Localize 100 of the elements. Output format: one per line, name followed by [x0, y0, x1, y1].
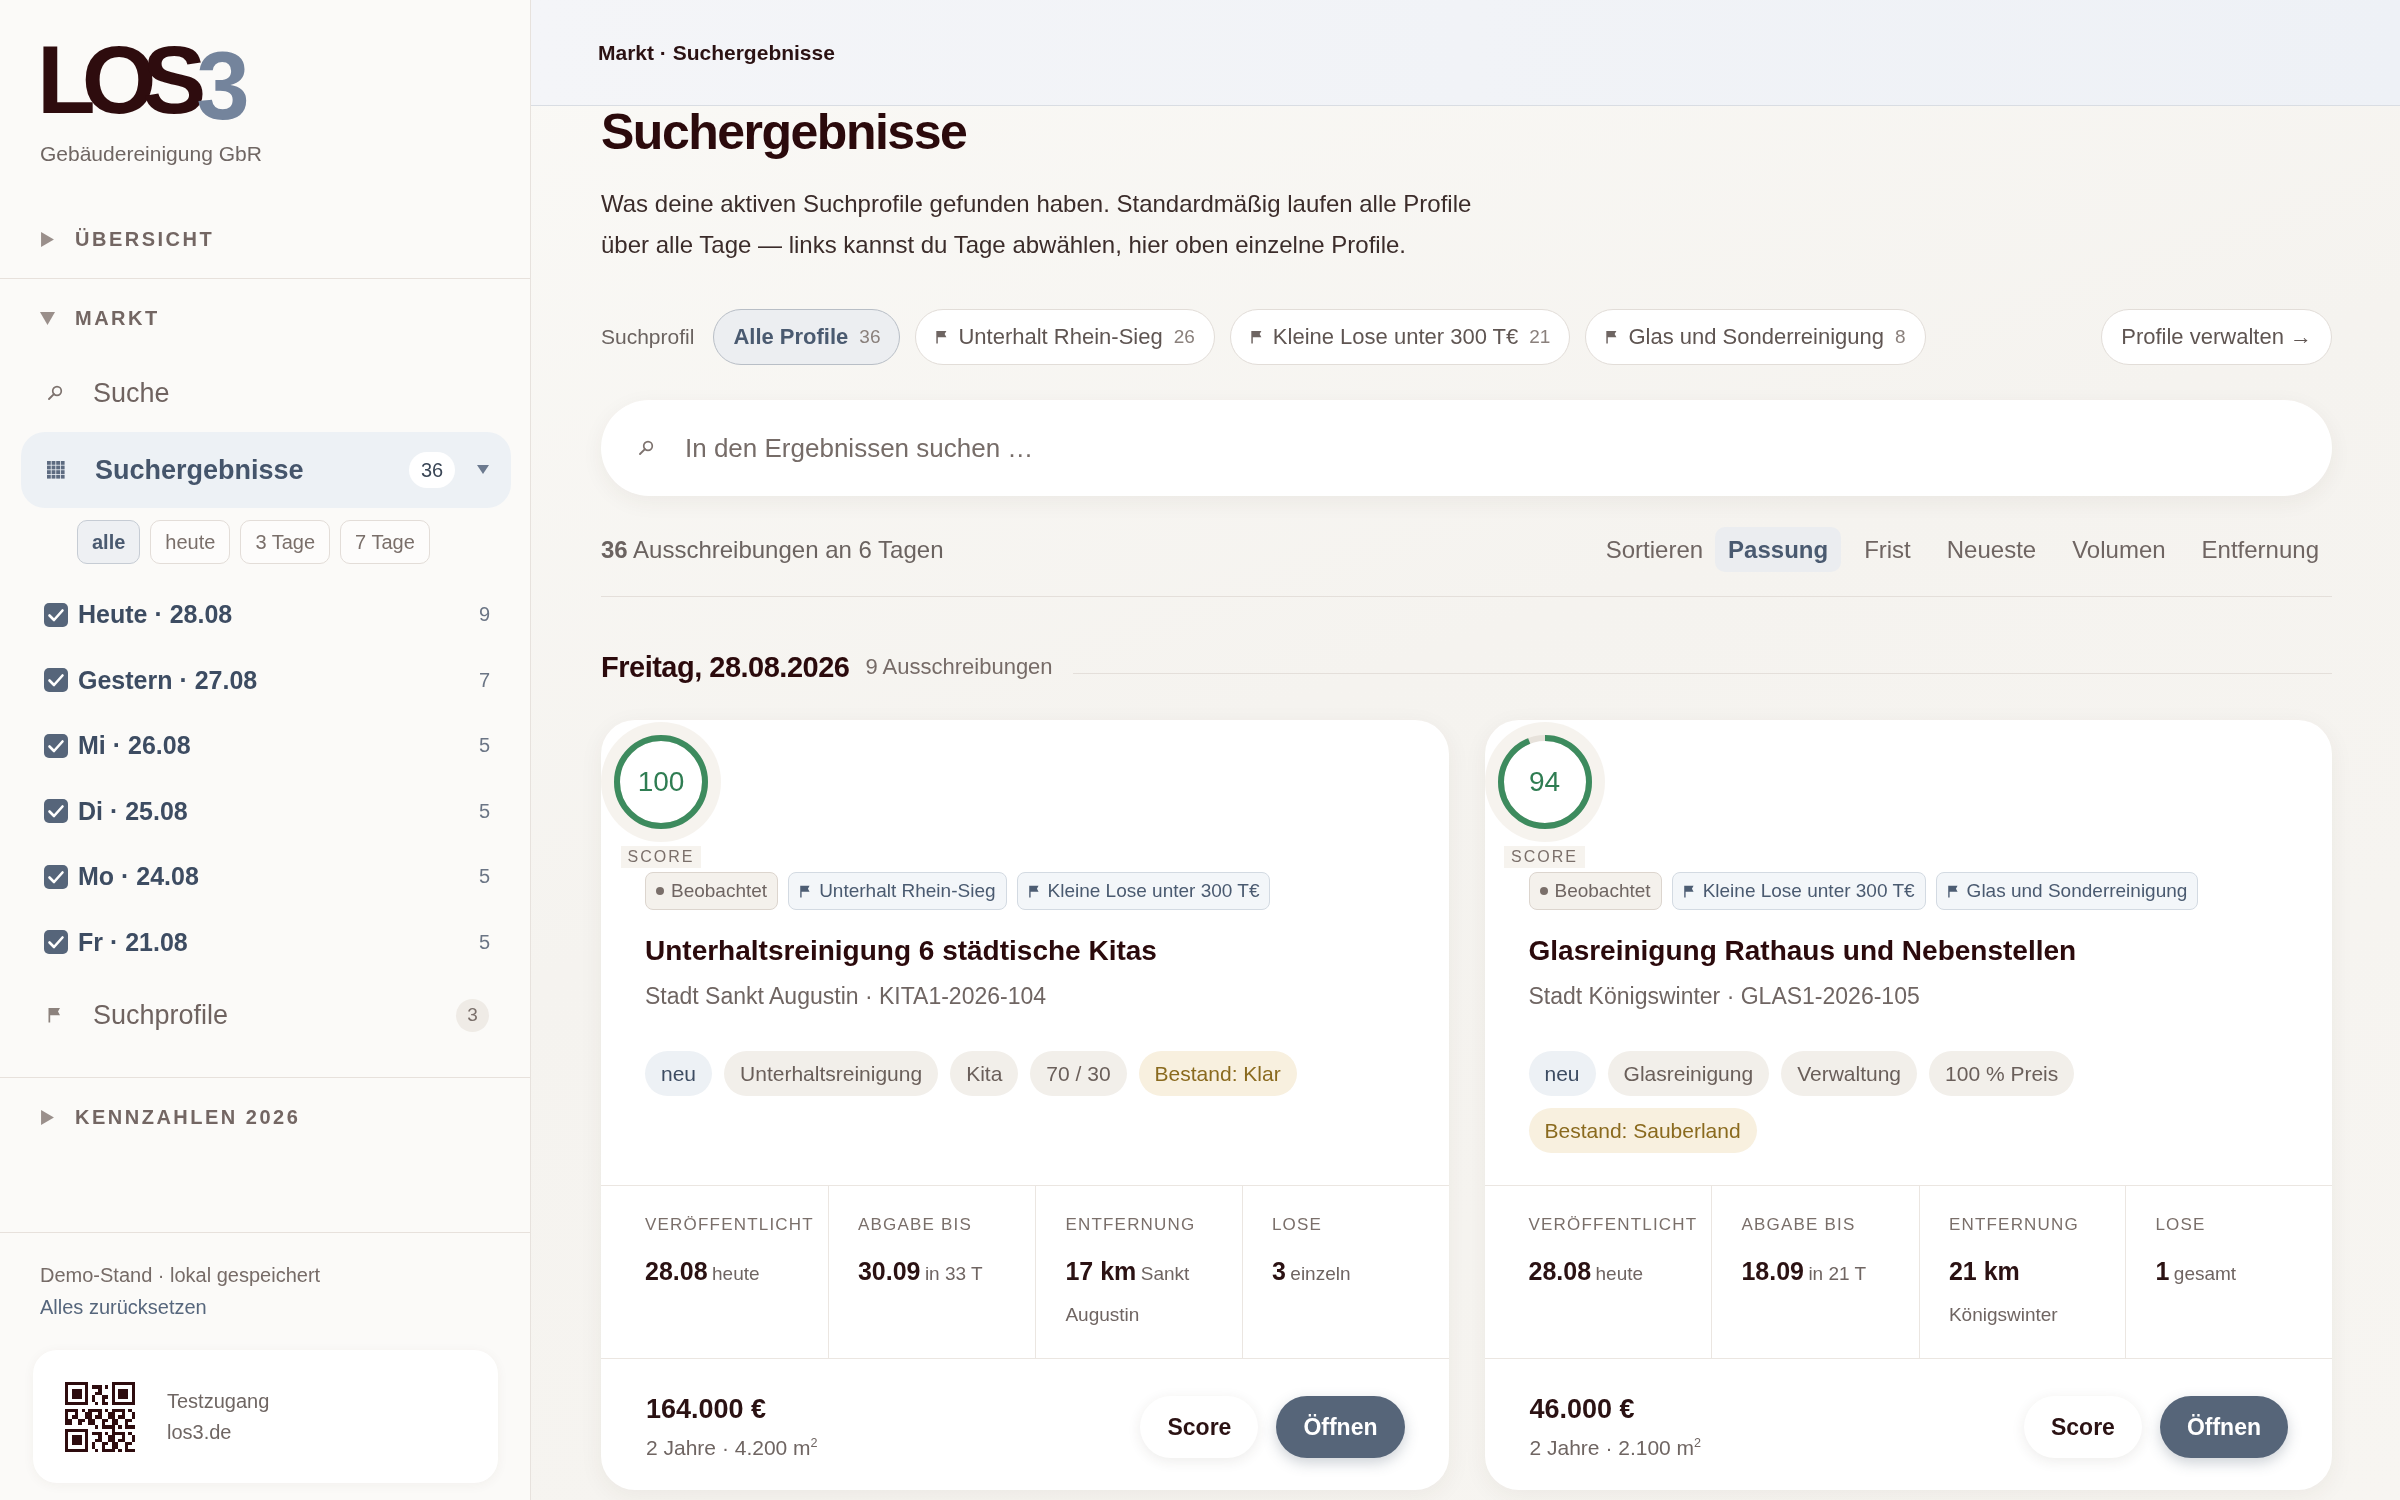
- checkbox[interactable]: [44, 930, 68, 955]
- score-value: 94: [1528, 766, 1561, 798]
- section-toggle[interactable]: ÜBERSICHT: [0, 200, 215, 278]
- flag-icon: [1027, 884, 1041, 898]
- sort-label: Sortieren: [1605, 535, 1704, 564]
- category-tag: 70 / 30: [1030, 1051, 1127, 1096]
- sort-option[interactable]: Neueste: [1933, 527, 2050, 572]
- nav-item[interactable]: Suche: [21, 357, 511, 429]
- flag-icon: [47, 1007, 63, 1023]
- grid-icon: [47, 461, 65, 479]
- range-chip[interactable]: heute: [150, 520, 231, 564]
- day-count: 5: [478, 865, 490, 889]
- tender-title: Glasreinigung Rathaus und Nebenstellen: [1528, 935, 2078, 967]
- checkbox[interactable]: [44, 733, 68, 758]
- score-button[interactable]: Score: [1140, 1396, 1259, 1458]
- breadcrumb: Markt · Suchergebnisse: [598, 40, 835, 65]
- section-toggle[interactable]: MARKT: [0, 279, 160, 357]
- new-tag: neu: [645, 1051, 713, 1096]
- price: 164.000 €: [646, 1393, 768, 1426]
- score-label: SCORE: [1504, 846, 1585, 868]
- price-details: 2 Jahre · 2.100 m$^{2}$: [1529, 1435, 1702, 1461]
- day-result-count: 9 Ausschreibungen: [865, 654, 1053, 680]
- stat-label: ABGABE BIS: [1741, 1214, 1857, 1236]
- stat-value: 18.09 in 21 T: [1741, 1256, 1868, 1287]
- day-label: Di · 25.08: [78, 796, 188, 826]
- stat-value: 30.09 in 33 T: [857, 1256, 984, 1287]
- count-badge: 3: [456, 998, 489, 1032]
- dot-icon: [1539, 887, 1548, 895]
- open-button[interactable]: Öffnen: [1276, 1396, 1405, 1458]
- dot-icon: [656, 887, 664, 895]
- tender-subtitle: Stadt Sankt Augustin · KITA1-2026-104: [645, 982, 1048, 1011]
- sort-option[interactable]: Passung: [1715, 527, 1842, 572]
- range-chip[interactable]: alle: [77, 520, 141, 564]
- day-label: Mo · 24.08: [78, 862, 199, 892]
- day-count: 5: [478, 930, 490, 954]
- nav-item[interactable]: Suchergebnisse 36: [21, 432, 511, 508]
- company-name: Gebäudereinigung GbR: [39, 141, 263, 167]
- qr-code-icon: [65, 1381, 135, 1452]
- day-label: Gestern · 27.08: [78, 665, 258, 695]
- status-text: Demo-Stand · lokal gespeichert: [40, 1263, 321, 1288]
- stat-label: ENTFERNUNG: [1065, 1214, 1197, 1236]
- flag-icon: [1682, 884, 1696, 898]
- sort-option[interactable]: Volumen: [2059, 527, 2179, 572]
- incumbent-tag: Bestand: Sauberland: [1528, 1108, 1757, 1153]
- open-button[interactable]: Öffnen: [2159, 1396, 2288, 1458]
- reset-link[interactable]: Alles zurücksetzen: [40, 1291, 207, 1323]
- stat-label: LOSE: [1271, 1214, 1324, 1236]
- profile-name: Glas und Sonderreinigung: [1966, 880, 2188, 902]
- category-tag: Glasreinigung: [1607, 1051, 1770, 1096]
- checkbox[interactable]: [44, 864, 68, 889]
- profile-chip[interactable]: Kleine Lose unter 300 T€ 21: [1229, 309, 1571, 365]
- profile-name: Kleine Lose unter 300 T€: [1047, 880, 1260, 902]
- search-field[interactable]: In den Ergebnissen suchen …: [601, 400, 2332, 496]
- category-tag: Unterhaltsreinigung: [724, 1051, 939, 1096]
- day-label: Fr · 21.08: [78, 927, 188, 957]
- stat-value: 1 gesamt: [2155, 1256, 2238, 1287]
- page-title: Suchergebnisse: [601, 106, 968, 158]
- score-label: SCORE: [620, 846, 702, 868]
- day-label: Heute · 28.08: [78, 600, 233, 630]
- flag-icon: [1249, 330, 1264, 344]
- incumbent-tag: Bestand: Klar: [1138, 1051, 1297, 1096]
- stat-value: 17 km Sankt Augustin: [1065, 1256, 1191, 1327]
- nav-item[interactable]: Suchprofile 3: [21, 979, 511, 1051]
- stat-label: ABGABE BIS: [857, 1214, 973, 1236]
- stat-label: VERÖFFENTLICHT: [645, 1214, 814, 1236]
- search-icon: [638, 440, 654, 456]
- section-toggle[interactable]: KENNZAHLEN 2026: [0, 1078, 301, 1156]
- day-count: 5: [478, 734, 490, 758]
- price: 46.000 €: [1529, 1393, 1636, 1426]
- checkbox[interactable]: [44, 799, 68, 824]
- watch-status: Beobachtet: [671, 880, 768, 902]
- access-title: Testzugang: [167, 1388, 270, 1414]
- stat-label: LOSE: [2155, 1214, 2207, 1236]
- range-chip[interactable]: 3 Tage: [240, 520, 331, 564]
- stat-label: VERÖFFENTLICHT: [1528, 1214, 1698, 1236]
- results-summary: 36 Ausschreibungen an 6 Tagen: [601, 535, 944, 564]
- tender-title: Unterhaltsreinigung 6 städtische Kitas: [645, 935, 1158, 967]
- checkbox[interactable]: [44, 668, 68, 693]
- stat-value: 28.08 heute: [645, 1256, 761, 1287]
- sort-option[interactable]: Frist: [1851, 527, 1924, 572]
- day-count: 5: [478, 799, 490, 823]
- range-chip[interactable]: 7 Tage: [340, 520, 430, 564]
- manage-profiles-button[interactable]: Profile verwalten →: [2101, 309, 2332, 365]
- profile-chip[interactable]: Unterhalt Rhein-Sieg 26: [915, 309, 1215, 365]
- profile-name: Unterhalt Rhein-Sieg: [819, 880, 996, 902]
- stat-value: 28.08 heute: [1528, 1256, 1645, 1287]
- profile-chip[interactable]: Glas und Sonderreinigung 8: [1585, 309, 1926, 365]
- day-count: 7: [478, 668, 490, 692]
- score-button[interactable]: Score: [2023, 1396, 2142, 1458]
- checkbox[interactable]: [44, 602, 68, 627]
- category-tag: 100 % Preis: [1929, 1051, 2075, 1096]
- category-tag: Kita: [950, 1051, 1019, 1096]
- search-icon: [47, 385, 63, 401]
- stat-value: 21 km Königswinter: [1948, 1256, 2059, 1327]
- profile-chip[interactable]: Alle Profile 36: [713, 309, 901, 365]
- filter-label: Suchprofil: [601, 325, 695, 349]
- access-url: los3.de: [167, 1419, 233, 1445]
- page-description: Was deine aktiven Suchprofile gefunden haben. Standardmäßig laufen alle Profile über alle Tage — links kannst du Tage abwählen, hier oben einzelne Profile.: [601, 189, 1473, 260]
- flag-icon: [1946, 884, 1960, 898]
- sort-option[interactable]: Entfernung: [2188, 527, 2332, 572]
